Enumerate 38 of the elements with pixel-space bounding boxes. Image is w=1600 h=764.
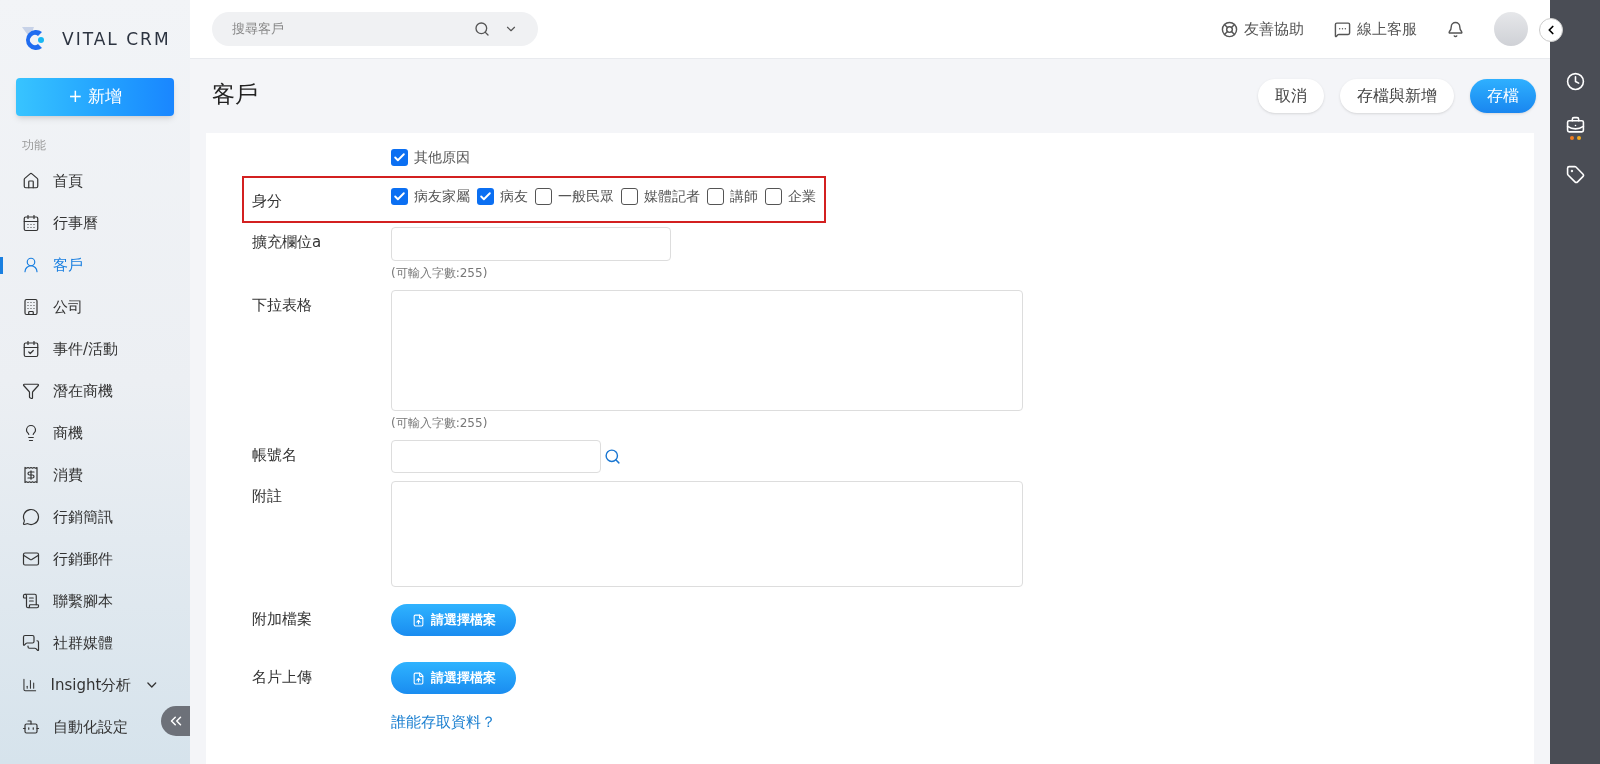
- help-link[interactable]: 友善協助: [1221, 17, 1304, 41]
- nav-item[interactable]: 事件/活動: [16, 328, 160, 370]
- checkbox-label: 病友: [500, 187, 528, 206]
- field-label: 附加檔案: [252, 610, 312, 628]
- access-info-link[interactable]: 誰能存取資料？: [391, 711, 496, 734]
- nav-item[interactable]: 聯繫腳本: [16, 580, 160, 622]
- nav-item[interactable]: 行銷郵件: [16, 538, 160, 580]
- brand-name: VITAL CRM: [62, 28, 171, 52]
- section-label: 功能: [22, 137, 47, 154]
- character-limit-hint: (可輸入字數:255): [391, 265, 489, 282]
- nav-item[interactable]: 首頁: [16, 160, 160, 202]
- field-label: 帳號名: [252, 446, 297, 464]
- checkbox-label: 病友家屬: [414, 187, 470, 206]
- cancel-button[interactable]: 取消: [1258, 79, 1324, 113]
- nav-item[interactable]: 潛在商機: [16, 370, 160, 412]
- nav-item[interactable]: 客戶: [16, 244, 160, 286]
- field-label: 名片上傳: [252, 668, 312, 686]
- field-label: 身分: [252, 192, 282, 210]
- nav-item[interactable]: 行事曆: [16, 202, 160, 244]
- nav-item[interactable]: 商機: [16, 412, 160, 454]
- nav-item[interactable]: 社群媒體: [16, 622, 160, 664]
- checkbox-label: 講師: [730, 187, 758, 206]
- nav-item[interactable]: 公司: [16, 286, 160, 328]
- field-label: 下拉表格: [252, 296, 312, 314]
- nav-item[interactable]: 消費: [16, 454, 160, 496]
- nav-item[interactable]: 行銷簡訊: [16, 496, 160, 538]
- nav-item[interactable]: 自動化設定: [16, 706, 160, 748]
- checkbox-label: 媒體記者: [644, 187, 700, 206]
- nav-item[interactable]: Insight分析: [16, 664, 160, 706]
- field-label: 擴充欄位a: [252, 233, 322, 251]
- save-and-new-button[interactable]: 存檔與新增: [1340, 79, 1454, 113]
- checkbox-label: 企業: [788, 187, 816, 206]
- field-label: 附註: [252, 487, 282, 505]
- page-title: 客戶: [212, 79, 258, 109]
- checkbox-label: 一般民眾: [558, 187, 614, 206]
- support-link[interactable]: 線上客服: [1334, 17, 1417, 41]
- character-limit-hint: (可輸入字數:255): [391, 415, 489, 432]
- checkbox-label: 其他原因: [414, 148, 470, 167]
